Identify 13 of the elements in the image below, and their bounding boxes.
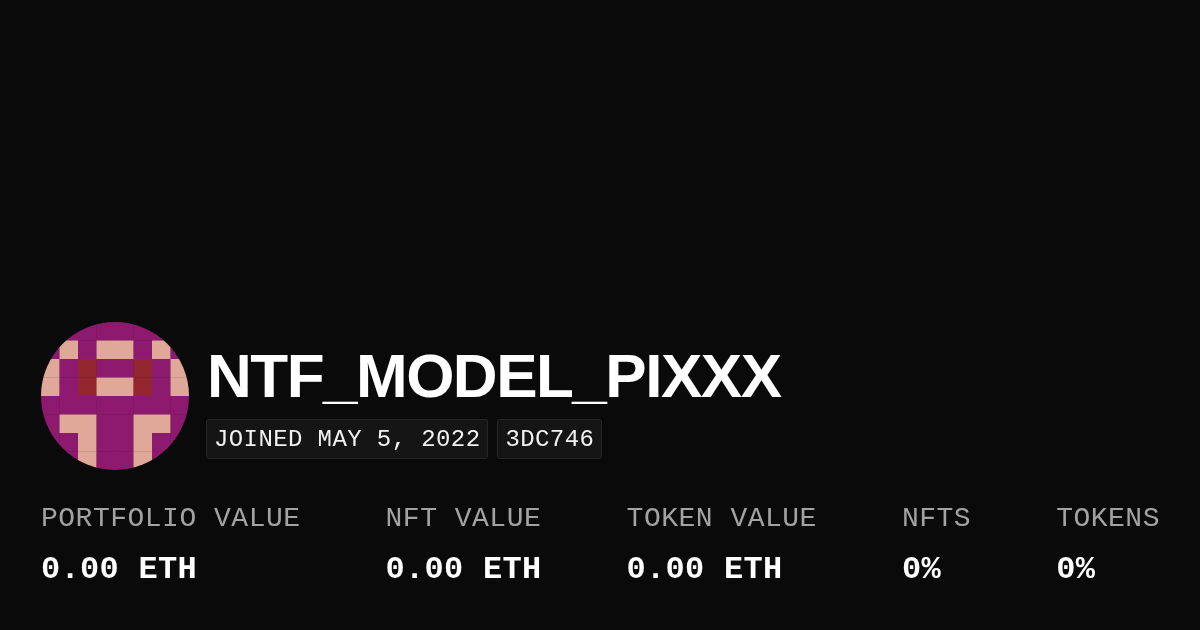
profile-tag: JOINED MAY 5, 2022	[206, 419, 489, 459]
stat-value: 0.00 ETH	[41, 552, 199, 588]
stat-value: 0%	[901, 552, 942, 588]
stat-label: NFTS	[901, 503, 972, 535]
stat-value: 0.00 ETH	[385, 552, 542, 588]
profile-name: NTF_MODEL_PIXXX	[206, 345, 781, 407]
stat-label: NFT VALUE	[385, 503, 542, 535]
stat-label: TOKEN VALUE	[626, 503, 817, 535]
profile-tag: 3DC746	[497, 419, 603, 459]
stat-label: PORTFOLIO VALUE	[41, 503, 301, 535]
stat-label: TOKENS	[1056, 503, 1160, 535]
stat-value: 0%	[1056, 552, 1097, 588]
stat-value: 0.00 ETH	[626, 552, 784, 588]
